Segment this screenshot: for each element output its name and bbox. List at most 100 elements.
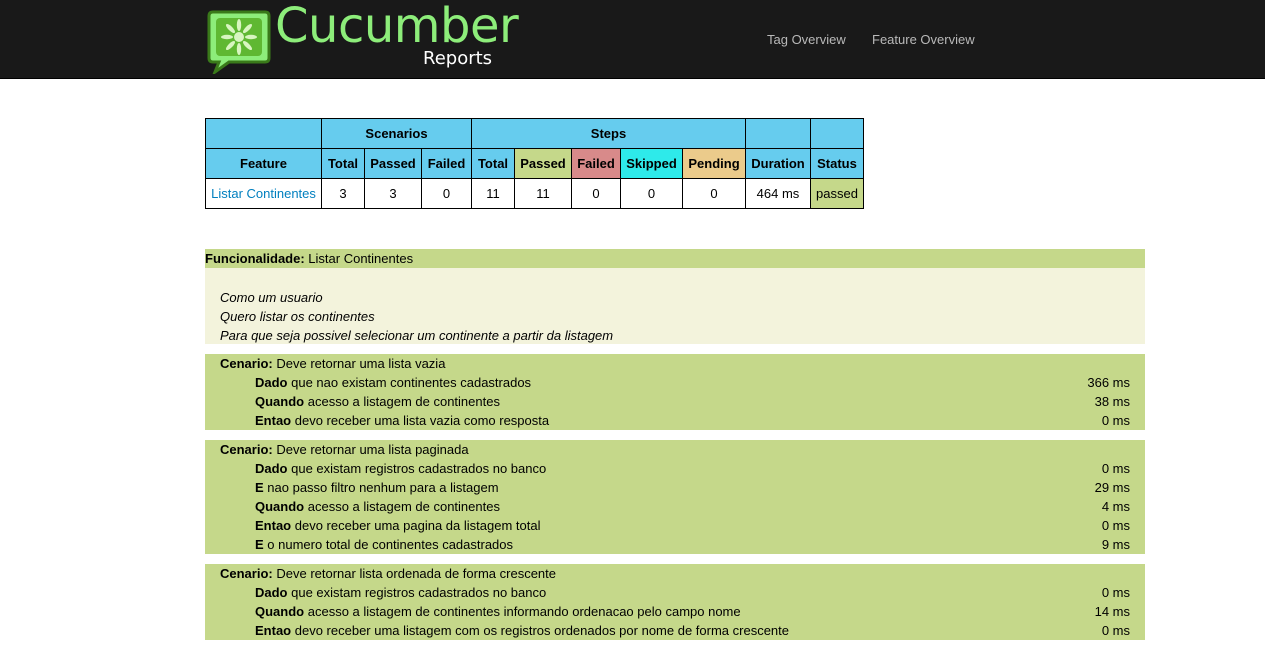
step-duration: 0 ms — [1101, 623, 1130, 638]
steps-pending-cell: 0 — [682, 178, 746, 209]
table-column-header-row: Feature Total Passed Failed Total Passed… — [205, 148, 864, 179]
duration-cell: 464 ms — [745, 178, 811, 209]
feature-description: Como um usuario Quero listar os continen… — [205, 268, 1145, 344]
scenario-title: Cenario: Deve retornar uma lista vazia — [205, 354, 1145, 373]
step-text: nao passo filtro nenhum para a listagem — [267, 480, 499, 495]
step-keyword: E — [255, 537, 264, 552]
column-scenarios-passed: Passed — [364, 148, 422, 179]
step-text: o numero total de continentes cadastrado… — [267, 537, 514, 552]
step-duration: 0 ms — [1101, 461, 1130, 476]
column-steps-pending: Pending — [682, 148, 746, 179]
column-duration: Duration — [745, 148, 811, 179]
description-line: Como um usuario — [220, 290, 323, 305]
feature-keyword: Funcionalidade: — [205, 251, 305, 266]
logo-title: Cucumber — [275, 0, 519, 54]
step-keyword: Entao — [255, 518, 292, 533]
steps-skipped-cell: 0 — [620, 178, 683, 209]
column-feature: Feature — [205, 148, 322, 179]
feature-summary-table: Scenarios Steps Feature Total Passed Fai… — [205, 118, 864, 209]
step-text: acesso a listagem de continentes — [307, 394, 500, 409]
step-duration: 9 ms — [1101, 537, 1130, 552]
step-row: E nao passo filtro nenhum para a listage… — [205, 478, 1145, 497]
step-row: Quando acesso a listagem de continentes 3… — [205, 392, 1145, 411]
table-row: Listar Continentes 3 3 0 11 11 0 0 0 464… — [205, 178, 864, 209]
column-steps-total: Total — [471, 148, 515, 179]
column-steps-passed: Passed — [514, 148, 572, 179]
cucumber-logo[interactable]: Cucumber Reports — [207, 0, 519, 74]
scenarios-failed-cell: 0 — [421, 178, 472, 209]
step-keyword: Dado — [255, 461, 288, 476]
top-bar: Cucumber Reports Tag Overview Feature Ov… — [0, 0, 1265, 79]
step-text: que existam registros cadastrados no ban… — [291, 461, 547, 476]
step-text: que existam registros cadastrados no ban… — [291, 585, 547, 600]
feature-link[interactable]: Listar Continentes — [211, 186, 316, 201]
table-header-empty — [810, 118, 864, 149]
step-row: E o numero total de continentes cadastra… — [205, 535, 1145, 554]
step-row: Entao devo receber uma listagem com os r… — [205, 621, 1145, 640]
status-cell: passed — [810, 178, 864, 209]
step-keyword: Entao — [255, 623, 292, 638]
steps-group-header: Steps — [471, 118, 746, 149]
step-duration: 0 ms — [1101, 518, 1130, 533]
step-text: devo receber uma listagem com os registr… — [294, 623, 789, 638]
scenario-name: Deve retornar uma lista vazia — [276, 356, 446, 371]
scenario-keyword: Cenario: — [220, 356, 273, 371]
description-line: Para que seja possivel selecionar um con… — [220, 328, 614, 343]
scenario-name: Deve retornar lista ordenada de forma cr… — [276, 566, 557, 581]
cucumber-logo-icon — [207, 10, 271, 74]
step-keyword: Entao — [255, 413, 292, 428]
scenario-title: Cenario: Deve retornar lista ordenada de… — [205, 564, 1145, 583]
step-duration: 4 ms — [1101, 499, 1130, 514]
steps-total-cell: 11 — [471, 178, 515, 209]
steps-failed-cell: 0 — [571, 178, 621, 209]
step-row: Dado que existam registros cadastrados n… — [205, 459, 1145, 478]
step-row: Quando acesso a listagem de continentes 4… — [205, 497, 1145, 516]
nav-feature-overview[interactable]: Feature Overview — [872, 32, 975, 47]
step-row: Quando acesso a listagem de continentes … — [205, 602, 1145, 621]
description-line: Quero listar os continentes — [220, 309, 375, 324]
step-keyword: Dado — [255, 585, 288, 600]
column-status: Status — [810, 148, 864, 179]
feature-cell: Listar Continentes — [205, 178, 322, 209]
column-scenarios-failed: Failed — [421, 148, 472, 179]
table-header-empty — [745, 118, 811, 149]
step-duration: 14 ms — [1094, 604, 1130, 619]
step-duration: 38 ms — [1094, 394, 1130, 409]
scenario-title: Cenario: Deve retornar uma lista paginad… — [205, 440, 1145, 459]
step-row: Entao devo receber uma pagina da listage… — [205, 516, 1145, 535]
step-row: Dado que nao existam continentes cadastr… — [205, 373, 1145, 392]
column-scenarios-total: Total — [321, 148, 365, 179]
scenarios-total-cell: 3 — [321, 178, 365, 209]
table-header-empty — [205, 118, 322, 149]
column-steps-failed: Failed — [571, 148, 621, 179]
scenarios-passed-cell: 3 — [364, 178, 422, 209]
scenario-block: Cenario: Deve retornar uma lista paginad… — [205, 440, 1145, 554]
logo-subtitle: Reports — [423, 48, 493, 69]
feature-name: Listar Continentes — [308, 251, 414, 266]
scenario-keyword: Cenario: — [220, 442, 273, 457]
step-duration: 29 ms — [1094, 480, 1130, 495]
scenario-name: Deve retornar uma lista paginada — [276, 442, 469, 457]
scenario-keyword: Cenario: — [220, 566, 273, 581]
step-keyword: Quando — [255, 499, 305, 514]
nav-tag-overview[interactable]: Tag Overview — [767, 32, 846, 47]
column-steps-skipped: Skipped — [620, 148, 683, 179]
step-row: Dado que existam registros cadastrados n… — [205, 583, 1145, 602]
step-row: Entao devo receber uma lista vazia como … — [205, 411, 1145, 430]
step-text: acesso a listagem de continentes — [307, 499, 500, 514]
step-text: devo receber uma lista vazia como respos… — [294, 413, 550, 428]
step-keyword: Dado — [255, 375, 288, 390]
step-duration: 366 ms — [1087, 375, 1130, 390]
step-text: acesso a listagem de continentes informa… — [307, 604, 741, 619]
feature-header: Funcionalidade: Listar Continentes — [205, 249, 1145, 268]
scenarios-group-header: Scenarios — [321, 118, 472, 149]
step-text: devo receber uma pagina da listagem tota… — [294, 518, 541, 533]
scenario-block: Cenario: Deve retornar lista ordenada de… — [205, 564, 1145, 640]
step-keyword: Quando — [255, 604, 305, 619]
step-text: que nao existam continentes cadastrados — [291, 375, 532, 390]
scenario-block: Cenario: Deve retornar uma lista vazia D… — [205, 354, 1145, 430]
table-group-header-row: Scenarios Steps — [205, 118, 864, 149]
step-keyword: E — [255, 480, 264, 495]
step-keyword: Quando — [255, 394, 305, 409]
step-duration: 0 ms — [1101, 413, 1130, 428]
